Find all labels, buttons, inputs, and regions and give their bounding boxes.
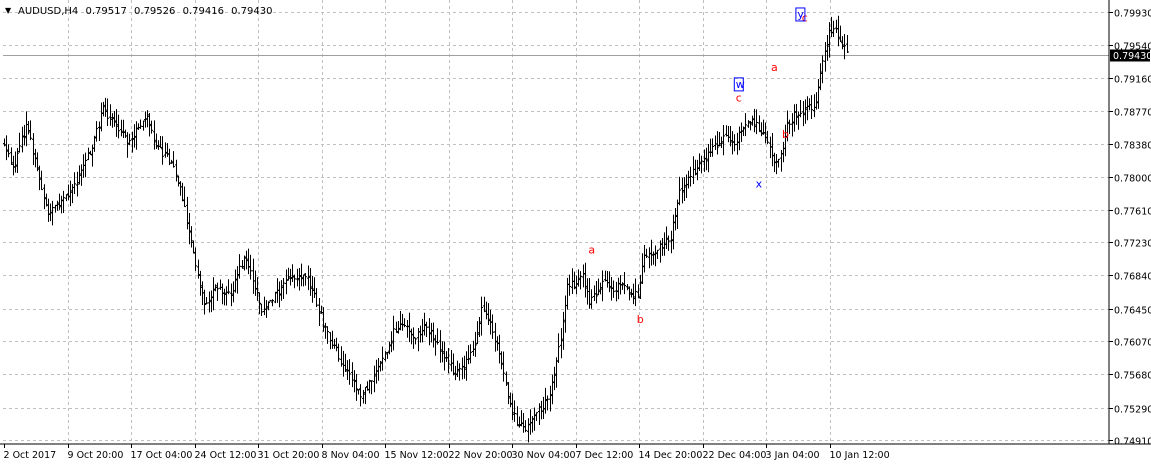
time-tick-label: 2 Oct 2017 [4, 450, 57, 461]
time-tick-label: 3 Jan 04:00 [766, 450, 820, 461]
current-price-tag: 0.79430 [1110, 49, 1151, 62]
chart-window[interactable]: abcwxabcy 0.79930 0.79540 0.79160 0.78770 0.… [0, 0, 1151, 465]
time-tick-label: 9 Oct 20:00 [68, 450, 124, 461]
price-tick-label: 0.76070 [1114, 338, 1151, 349]
time-tick-label: 15 Nov 12:00 [385, 450, 449, 461]
high-value: 0.79526 [134, 6, 175, 17]
open-value: 0.79517 [85, 6, 126, 17]
time-tick-label: 31 Oct 20:00 [258, 450, 320, 461]
symbol-label: AUDUSD,H4 [18, 6, 78, 17]
wave-label-y: y [797, 8, 804, 21]
wave-label-a: a [588, 243, 595, 256]
price-tick-label: 0.77610 [1114, 207, 1151, 218]
time-tick-label: 14 Dec 20:00 [639, 450, 703, 461]
symbol-info: AUDUSD,H4 0.79517 0.79526 0.79416 0.7943… [18, 6, 272, 17]
current-price-label: 0.79430 [1113, 51, 1151, 62]
time-tick-label: 24 Oct 12:00 [195, 450, 257, 461]
time-tick-label: 22 Dec 04:00 [703, 450, 767, 461]
time-tick-label: 7 Dec 12:00 [576, 450, 634, 461]
price-tick-label: 0.79160 [1114, 75, 1151, 86]
price-tick-label: 0.78770 [1114, 108, 1151, 119]
chevron-down-icon[interactable]: ▼ [5, 6, 12, 15]
time-tick-label: 30 Nov 04:00 [512, 450, 576, 461]
chart-background [0, 0, 1151, 465]
time-tick-label: 8 Nov 04:00 [322, 450, 380, 461]
price-tick-label: 0.79930 [1114, 9, 1151, 20]
price-tick-label: 0.75290 [1114, 405, 1151, 416]
time-tick-label: 10 Jan 12:00 [830, 450, 890, 461]
price-tick-label: 0.75680 [1114, 371, 1151, 382]
close-value: 0.79430 [231, 6, 272, 17]
time-tick-label: 17 Oct 04:00 [131, 450, 193, 461]
wave-label-b: b [782, 128, 789, 141]
price-chart[interactable]: abcwxabcy 0.799300.795400.791600.787700.… [0, 0, 1151, 465]
low-value: 0.79416 [183, 6, 224, 17]
price-tick-label: 0.78380 [1114, 141, 1151, 152]
wave-label-b: b [637, 313, 644, 326]
time-tick-label: 22 Nov 20:00 [449, 450, 513, 461]
wave-label-x: x [756, 178, 763, 191]
price-tick-label: 0.78000 [1114, 174, 1151, 185]
symbol-header: ▼ AUDUSD,H4 0.79517 0.79526 0.79416 0.79… [5, 6, 272, 17]
price-tick-label: 0.76840 [1114, 272, 1151, 283]
price-tick-label: 0.74910 [1114, 437, 1151, 448]
wave-label-c: c [736, 92, 742, 105]
price-tick-label: 0.76450 [1114, 306, 1151, 317]
wave-label-a: a [771, 61, 778, 74]
price-tick-label: 0.77230 [1114, 239, 1151, 250]
wave-label-w: w [736, 78, 745, 91]
